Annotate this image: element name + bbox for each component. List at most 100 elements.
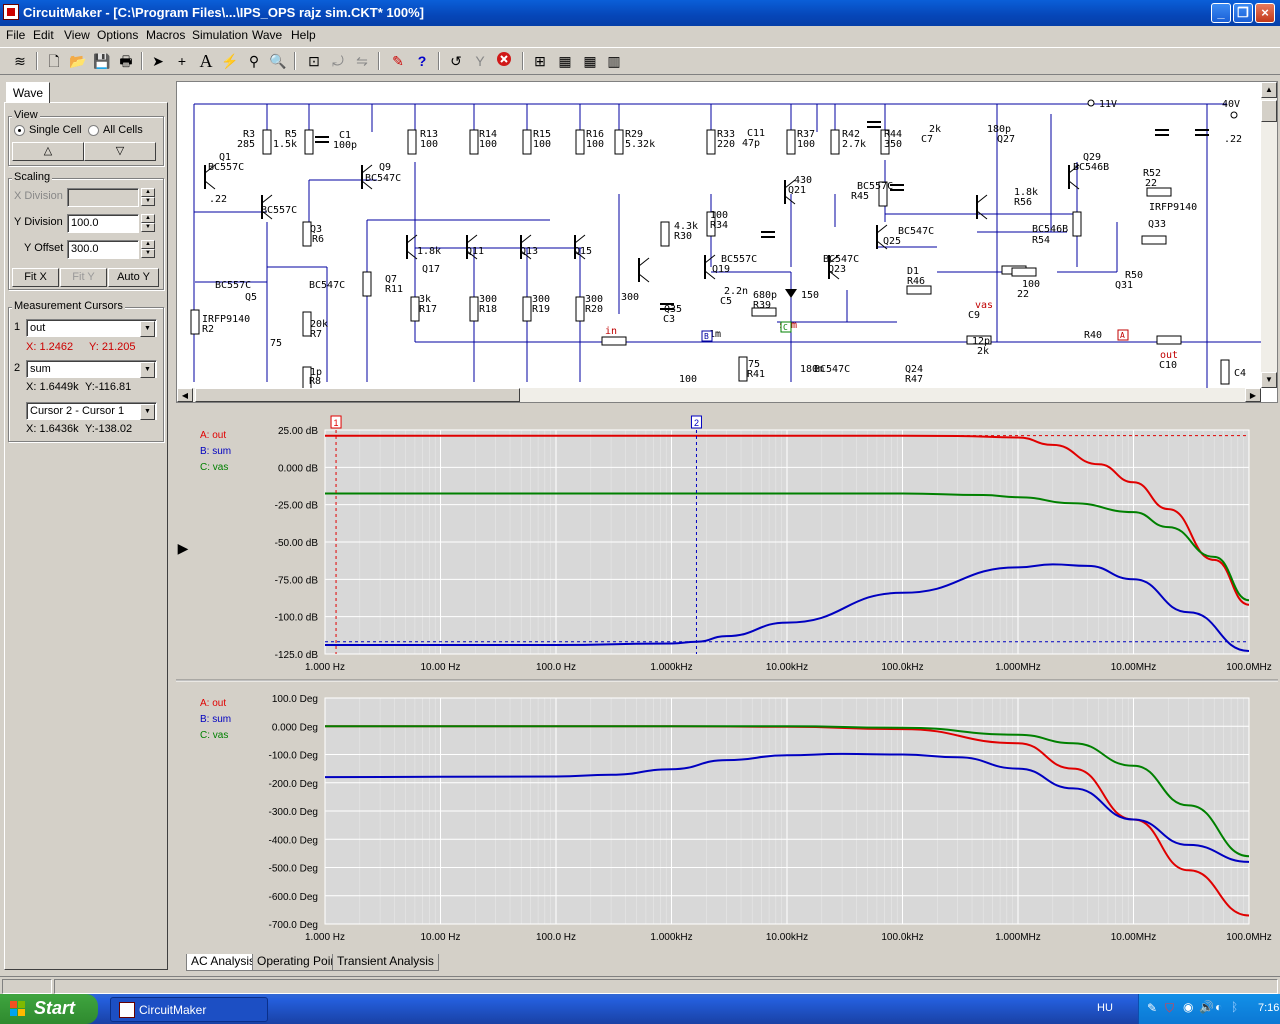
chevron-down-icon[interactable]: ▼ — [140, 321, 155, 337]
schematic-horizontal-scrollbar[interactable]: ◀ ▶ — [177, 388, 1261, 402]
new-file-icon[interactable]: 🗋 — [44, 51, 64, 71]
step-icon[interactable]: Y — [470, 51, 490, 71]
wave-icon[interactable]: ≋ — [10, 51, 30, 71]
transistor-lead — [520, 234, 532, 244]
legend-entry: C: vas — [200, 730, 228, 741]
search-tool-icon[interactable]: ⚲ — [244, 51, 264, 71]
tab-ac-analysis[interactable]: AC Analysis — [186, 954, 261, 971]
maximize-button[interactable]: ❐ — [1233, 3, 1253, 23]
schematic-label: 75 — [270, 338, 282, 349]
cursor-2-signal-select[interactable]: sum ▼ — [26, 360, 157, 378]
single-cell-radio[interactable] — [14, 125, 25, 136]
schematic-label: Q15 — [574, 246, 592, 257]
transistor-lead — [638, 257, 650, 267]
scroll-down-button[interactable]: ▼ — [1261, 372, 1277, 388]
text-tool-icon[interactable]: A — [196, 51, 216, 71]
network-icon[interactable]: ✎ — [1147, 1001, 1157, 1015]
schematic-label: Q31 — [1115, 280, 1133, 291]
schematic-label: BC547C — [814, 364, 850, 375]
schematic-label: IRFP9140 — [1149, 202, 1197, 213]
run-icon[interactable]: ⊞ — [530, 51, 550, 71]
antivirus-icon[interactable]: ◉ — [1183, 1000, 1193, 1014]
open-folder-icon[interactable]: 📂 — [68, 51, 88, 71]
schematic-label: R45 — [851, 191, 869, 202]
mirror-icon[interactable]: ⇋ — [352, 51, 372, 71]
resistor — [786, 129, 796, 155]
digital-sim-icon[interactable]: ✎ — [388, 51, 408, 71]
minimize-button[interactable]: _ — [1211, 3, 1231, 23]
y-offset-field[interactable]: 300.0 — [67, 240, 139, 259]
close-button[interactable]: × — [1255, 3, 1275, 23]
chevron-down-icon[interactable]: ▼ — [140, 404, 155, 420]
schematic-label: R54 — [1032, 235, 1050, 246]
security-shield-icon[interactable]: ⛉ — [1165, 1001, 1174, 1016]
taskbar-item-circuitmaker[interactable]: CircuitMaker — [110, 997, 268, 1022]
print-icon[interactable]: 🖶 — [116, 51, 136, 71]
schematic-canvas[interactable]: R3 285 R5 1.5k C1 100p Q1 BC557C Q9 BC547C R13 100 R… — [176, 81, 1278, 403]
zoom-icon[interactable]: 🔍 — [268, 51, 288, 71]
analysis-tabs: AC Analysis Operating Point Transient An… — [176, 952, 1278, 972]
language-indicator[interactable]: HU — [1097, 1002, 1113, 1014]
tab-wave[interactable]: Wave — [6, 82, 50, 103]
volume-icon[interactable]: 🔊 — [1199, 1000, 1214, 1014]
cell-up-button[interactable]: △ — [12, 142, 84, 161]
menu-file[interactable]: File — [6, 28, 25, 42]
fit-icon[interactable]: ⊡ — [304, 51, 324, 71]
update-icon[interactable]: ◐ — [1215, 1000, 1222, 1014]
scroll-left-button[interactable]: ◀ — [177, 388, 193, 402]
menu-wave[interactable]: Wave — [252, 28, 282, 42]
x-tick-label: 1.000MHz — [995, 662, 1041, 673]
cursor-2-y: Y:-116.81 — [85, 381, 132, 393]
y-tick-label: -500.0 Deg — [269, 864, 318, 875]
cursor-1-signal-select[interactable]: out ▼ — [26, 319, 157, 337]
cursor-2-x: X: 1.6449k — [26, 381, 79, 393]
transistor-lead — [876, 224, 888, 234]
rotate-icon[interactable]: ⤾ — [328, 51, 348, 71]
wire-tool-icon[interactable]: + — [172, 51, 192, 71]
chevron-down-icon[interactable]: ▼ — [140, 362, 155, 378]
cursor-diff-select[interactable]: Cursor 2 - Cursor 1 ▼ — [26, 402, 157, 420]
y-offset-spinner[interactable]: ▲ ▼ — [141, 240, 155, 258]
stop-icon[interactable] — [494, 51, 514, 71]
scroll-up-button[interactable]: ▲ — [1261, 82, 1277, 98]
y-tick-label: -100.0 dB — [275, 613, 319, 624]
transistor-lead — [204, 180, 216, 190]
menu-edit[interactable]: Edit — [33, 28, 54, 42]
tab-transient-analysis[interactable]: Transient Analysis — [332, 954, 439, 971]
probe-tool-icon[interactable]: ⚡ — [220, 51, 240, 71]
clock[interactable]: 7:16 — [1258, 1002, 1279, 1014]
reset-icon[interactable]: ↺ — [446, 51, 466, 71]
digital-icon[interactable]: ▥ — [604, 51, 624, 71]
schematic-label: 220 — [717, 139, 735, 150]
schematic-vertical-scrollbar[interactable]: ▲ ▼ — [1261, 82, 1277, 388]
menu-simulation[interactable]: Simulation — [192, 28, 248, 42]
cell-down-button[interactable]: ▽ — [84, 142, 156, 161]
x-tick-label: 1.000kHz — [650, 932, 692, 943]
bluetooth-icon[interactable]: ᛒ — [1231, 1000, 1238, 1014]
auto-y-button[interactable]: Auto Y — [108, 268, 159, 287]
all-cells-radio[interactable] — [88, 125, 99, 136]
analog-icon[interactable]: ▦ — [580, 51, 600, 71]
y-division-field[interactable]: 100.0 — [67, 214, 139, 233]
scroll-h-thumb[interactable] — [195, 388, 520, 402]
save-icon[interactable]: 💾 — [92, 51, 112, 71]
menu-view[interactable]: View — [64, 28, 90, 42]
scroll-right-button[interactable]: ▶ — [1245, 388, 1261, 402]
scope-icon[interactable]: ▦ — [555, 51, 575, 71]
y-division-spinner[interactable]: ▲ ▼ — [141, 214, 155, 232]
schematic-label: R2 — [202, 324, 214, 335]
menu-help[interactable]: Help — [291, 28, 316, 42]
menu-options[interactable]: Options — [97, 28, 138, 42]
cursor-1-signal-value: out — [30, 322, 46, 334]
help-icon[interactable]: ? — [412, 51, 432, 71]
fit-x-button[interactable]: Fit X — [12, 268, 59, 287]
schematic-label: in — [605, 326, 617, 337]
schematic-label: R41 — [747, 369, 765, 380]
schematic-label: C10 — [1159, 360, 1177, 371]
menu-macros[interactable]: Macros — [146, 28, 185, 42]
arrow-tool-icon[interactable]: ➤ — [148, 51, 168, 71]
scroll-thumb[interactable] — [1261, 100, 1277, 122]
start-button[interactable]: Start — [0, 994, 98, 1024]
taskbar-item-label: CircuitMaker — [139, 1003, 207, 1017]
schematic-label: 100 — [420, 139, 438, 150]
